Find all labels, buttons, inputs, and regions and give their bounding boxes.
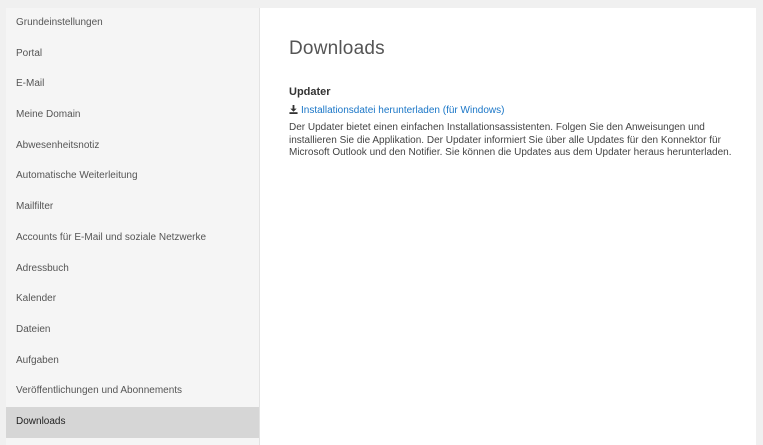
downloads-panel: Downloads Updater Installationsdatei her… (289, 8, 749, 160)
sidebar-item-adressbuch[interactable]: Adressbuch (6, 254, 259, 285)
sidebar-item-label: Meine Domain (16, 109, 81, 121)
page-title: Downloads (289, 38, 385, 59)
sidebar-item-label: Portal (16, 47, 43, 59)
sidebar-item-portal[interactable]: Portal (6, 39, 259, 70)
sidebar-item-label: Dateien (16, 323, 51, 335)
updater-description: Der Updater bietet einen einfachen Insta… (289, 122, 732, 159)
settings-window: Grundeinstellungen Portal E-Mail Meine D… (6, 8, 756, 445)
sidebar-item-label: Veröffentlichungen und Abonnements (16, 385, 183, 397)
download-icon (289, 105, 298, 114)
sidebar-item-email[interactable]: E-Mail (6, 69, 259, 100)
sidebar-item-label: E-Mail (16, 78, 45, 90)
sidebar-item-label: Abwesenheitsnotiz (16, 139, 100, 151)
sidebar-item-automatische-weiterleitung[interactable]: Automatische Weiterleitung (6, 161, 259, 192)
sidebar-item-aufgaben[interactable]: Aufgaben (6, 346, 259, 377)
download-link-label: Installationsdatei herunterladen (für Wi… (301, 105, 505, 116)
sidebar-item-label: Kalender (16, 293, 57, 305)
sidebar-item-downloads[interactable]: Downloads (6, 406, 259, 438)
sidebar-item-label: Mailfilter (16, 201, 54, 213)
sidebar-item-kalender[interactable]: Kalender (6, 284, 259, 315)
sidebar-item-meine-domain[interactable]: Meine Domain (6, 100, 259, 131)
sidebar-item-label: Adressbuch (16, 262, 69, 274)
download-installer-link[interactable]: Installationsdatei herunterladen (für Wi… (289, 105, 749, 116)
sidebar-item-label: Accounts für E-Mail und soziale Netzwerk… (16, 231, 207, 243)
sidebar-item-abwesenheitsnotiz[interactable]: Abwesenheitsnotiz (6, 131, 259, 162)
sidebar-item-label: Automatische Weiterleitung (16, 170, 138, 182)
sidebar-item-label: Downloads (16, 415, 66, 427)
sidebar-item-label: Grundeinstellungen (16, 17, 103, 28)
settings-sidebar: Grundeinstellungen Portal E-Mail Meine D… (6, 8, 260, 445)
sidebar-item-label: Aufgaben (16, 354, 59, 366)
sidebar-item-dateien[interactable]: Dateien (6, 315, 259, 346)
sidebar-item-veroeffentlichungen[interactable]: Veröffentlichungen und Abonnements (6, 376, 259, 407)
sidebar-item-grundeinstellungen[interactable]: Grundeinstellungen (6, 8, 259, 39)
section-heading-updater: Updater (289, 86, 331, 98)
sidebar-item-mailfilter[interactable]: Mailfilter (6, 192, 259, 223)
sidebar-item-accounts[interactable]: Accounts für E-Mail und soziale Netzwerk… (6, 223, 259, 254)
